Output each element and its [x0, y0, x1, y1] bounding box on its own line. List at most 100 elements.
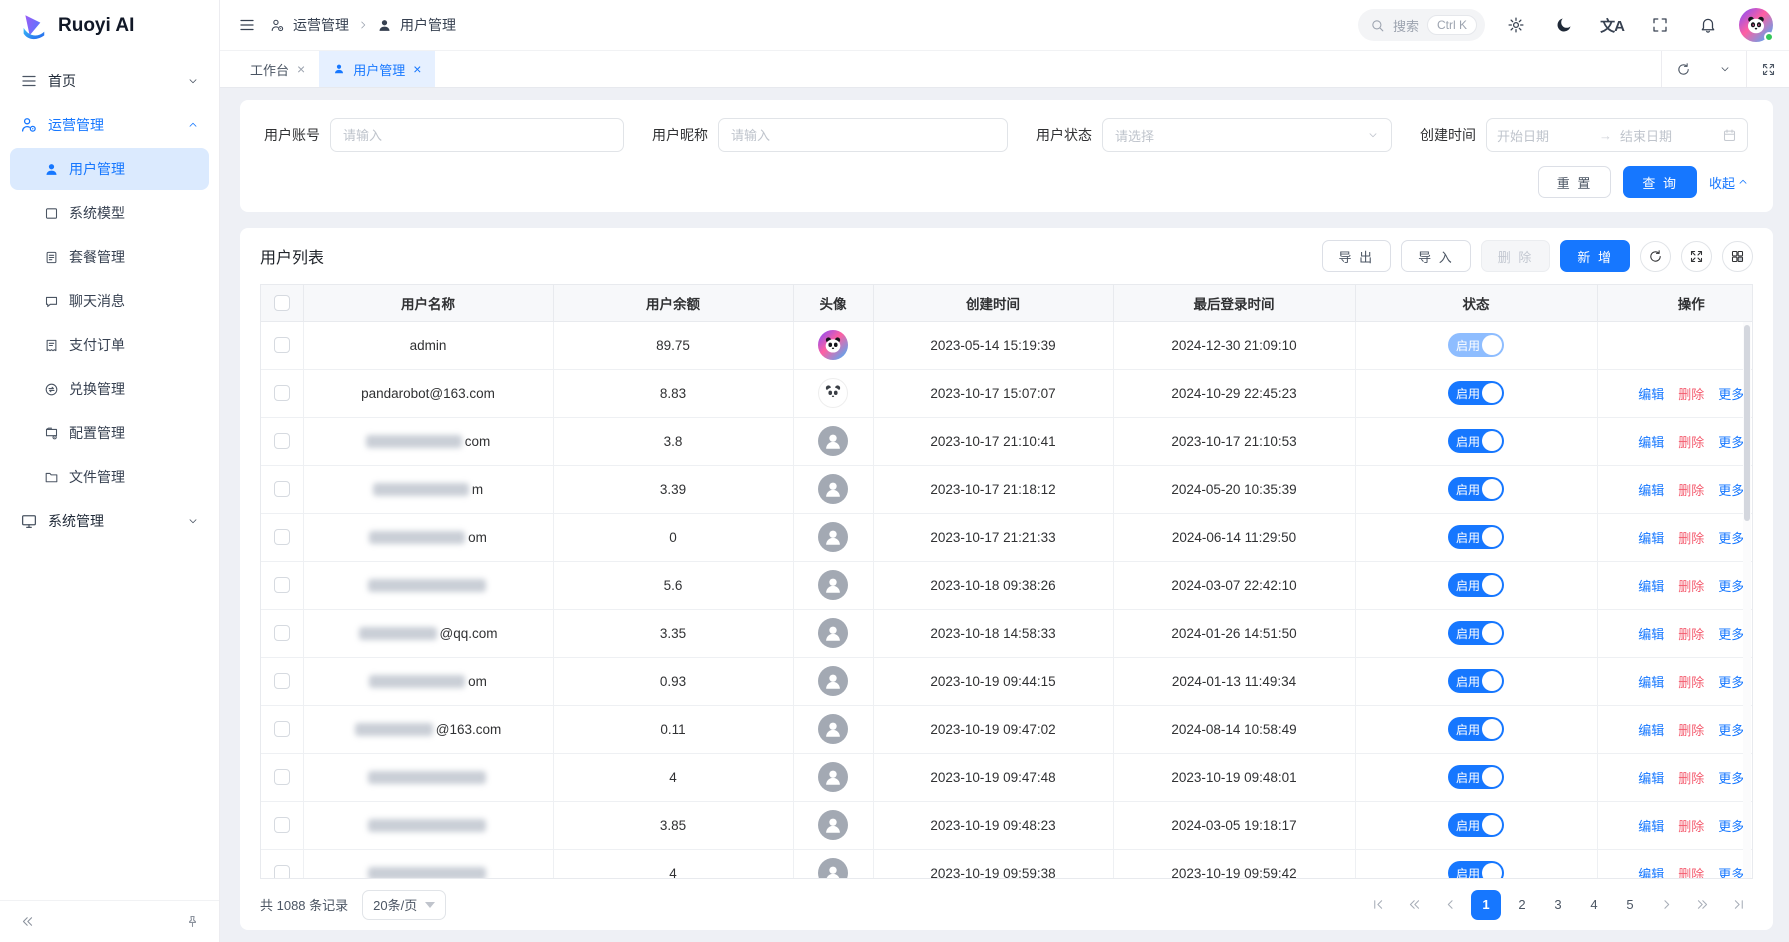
- more-link[interactable]: 更多: [1718, 579, 1744, 594]
- global-search[interactable]: 搜索 Ctrl K: [1358, 9, 1485, 41]
- pin-icon[interactable]: [179, 909, 205, 935]
- query-button[interactable]: 查 询: [1623, 166, 1697, 198]
- delete-link[interactable]: 删除: [1678, 435, 1704, 450]
- delete-button[interactable]: 删 除: [1481, 240, 1551, 272]
- refresh-table-icon[interactable]: [1640, 241, 1671, 272]
- dark-mode-moon-icon[interactable]: [1547, 8, 1581, 42]
- reset-button[interactable]: 重 置: [1538, 166, 1612, 198]
- status-toggle[interactable]: 启用: [1448, 573, 1504, 597]
- settings-gear-icon[interactable]: [1499, 8, 1533, 42]
- edit-link[interactable]: 编辑: [1638, 675, 1664, 690]
- chevron-down-icon[interactable]: [1704, 51, 1746, 87]
- row-checkbox[interactable]: [274, 769, 290, 785]
- brand[interactable]: Ruoyi AI: [0, 0, 219, 52]
- row-checkbox[interactable]: [274, 865, 290, 878]
- fullscreen-icon[interactable]: [1643, 8, 1677, 42]
- row-checkbox[interactable]: [274, 433, 290, 449]
- status-select[interactable]: 请选择: [1102, 118, 1392, 152]
- refresh-tab-icon[interactable]: [1662, 51, 1704, 87]
- column-settings-icon[interactable]: [1722, 241, 1753, 272]
- delete-link[interactable]: 删除: [1678, 387, 1704, 402]
- edit-link[interactable]: 编辑: [1638, 867, 1664, 879]
- close-icon[interactable]: ×: [297, 61, 305, 77]
- tab-workbench[interactable]: 工作台 ×: [236, 51, 319, 87]
- status-toggle[interactable]: 启用: [1448, 333, 1504, 357]
- more-link[interactable]: 更多: [1718, 627, 1744, 642]
- row-checkbox[interactable]: [274, 337, 290, 353]
- next-page-button[interactable]: [1651, 890, 1681, 920]
- delete-link[interactable]: 删除: [1678, 819, 1704, 834]
- collapse-filters-link[interactable]: 收起: [1709, 173, 1749, 192]
- status-toggle[interactable]: 启用: [1448, 861, 1504, 878]
- sidebar-subitem-package[interactable]: 套餐管理: [10, 236, 209, 278]
- row-checkbox[interactable]: [274, 529, 290, 545]
- row-checkbox[interactable]: [274, 625, 290, 641]
- delete-link[interactable]: 删除: [1678, 867, 1704, 879]
- export-button[interactable]: 导 出: [1322, 240, 1392, 272]
- more-link[interactable]: 更多: [1718, 483, 1744, 498]
- status-toggle[interactable]: 启用: [1448, 813, 1504, 837]
- sidebar-subitem-folder[interactable]: 文件管理: [10, 456, 209, 498]
- page-button-4[interactable]: 4: [1579, 890, 1609, 920]
- status-toggle[interactable]: 启用: [1448, 717, 1504, 741]
- more-link[interactable]: 更多: [1718, 387, 1744, 402]
- edit-link[interactable]: 编辑: [1638, 483, 1664, 498]
- import-button[interactable]: 导 入: [1401, 240, 1471, 272]
- collapse-sidebar-button[interactable]: [14, 909, 40, 935]
- tab-user-management[interactable]: 用户管理 ×: [319, 51, 435, 87]
- more-link[interactable]: 更多: [1718, 435, 1744, 450]
- sidebar-subitem-order[interactable]: 支付订单: [10, 324, 209, 366]
- nickname-input[interactable]: [718, 118, 1008, 152]
- sidebar-item-system[interactable]: 系统管理: [10, 500, 209, 542]
- row-checkbox[interactable]: [274, 673, 290, 689]
- page-size-select[interactable]: 20条/页: [362, 890, 446, 920]
- more-link[interactable]: 更多: [1718, 771, 1744, 786]
- jump-back-button[interactable]: [1399, 890, 1429, 920]
- edit-link[interactable]: 编辑: [1638, 627, 1664, 642]
- content-fullscreen-icon[interactable]: [1747, 51, 1789, 87]
- edit-link[interactable]: 编辑: [1638, 579, 1664, 594]
- delete-link[interactable]: 删除: [1678, 723, 1704, 738]
- previous-page-button[interactable]: [1435, 890, 1465, 920]
- user-avatar[interactable]: [1739, 8, 1773, 42]
- table-fullscreen-icon[interactable]: [1681, 241, 1712, 272]
- jump-forward-button[interactable]: [1687, 890, 1717, 920]
- edit-link[interactable]: 编辑: [1638, 387, 1664, 402]
- status-toggle[interactable]: 启用: [1448, 477, 1504, 501]
- edit-link[interactable]: 编辑: [1638, 435, 1664, 450]
- delete-link[interactable]: 删除: [1678, 627, 1704, 642]
- edit-link[interactable]: 编辑: [1638, 771, 1664, 786]
- select-all-checkbox[interactable]: [274, 295, 290, 311]
- close-icon[interactable]: ×: [413, 61, 421, 77]
- edit-link[interactable]: 编辑: [1638, 819, 1664, 834]
- sidebar-subitem-model[interactable]: 系统模型: [10, 192, 209, 234]
- delete-link[interactable]: 删除: [1678, 483, 1704, 498]
- breadcrumb-parent[interactable]: 运营管理: [293, 15, 349, 35]
- add-button[interactable]: 新 增: [1560, 240, 1630, 272]
- notifications-bell-icon[interactable]: [1691, 8, 1725, 42]
- page-button-5[interactable]: 5: [1615, 890, 1645, 920]
- status-toggle[interactable]: 启用: [1448, 765, 1504, 789]
- page-button-1[interactable]: 1: [1471, 890, 1501, 920]
- sidebar-subitem-exchange[interactable]: 兑换管理: [10, 368, 209, 410]
- row-checkbox[interactable]: [274, 577, 290, 593]
- sidebar-subitem-config[interactable]: 配置管理: [10, 412, 209, 454]
- delete-link[interactable]: 删除: [1678, 579, 1704, 594]
- more-link[interactable]: 更多: [1718, 531, 1744, 546]
- more-link[interactable]: 更多: [1718, 867, 1744, 879]
- sidebar-subitem-user[interactable]: 用户管理: [10, 148, 209, 190]
- sidebar-subitem-chat[interactable]: 聊天消息: [10, 280, 209, 322]
- page-button-2[interactable]: 2: [1507, 890, 1537, 920]
- delete-link[interactable]: 删除: [1678, 771, 1704, 786]
- page-button-3[interactable]: 3: [1543, 890, 1573, 920]
- status-toggle[interactable]: 启用: [1448, 621, 1504, 645]
- delete-link[interactable]: 删除: [1678, 531, 1704, 546]
- edit-link[interactable]: 编辑: [1638, 723, 1664, 738]
- status-toggle[interactable]: 启用: [1448, 669, 1504, 693]
- row-checkbox[interactable]: [274, 721, 290, 737]
- row-checkbox[interactable]: [274, 385, 290, 401]
- sidebar-item-operations[interactable]: 运营管理: [10, 104, 209, 146]
- first-page-button[interactable]: [1363, 890, 1393, 920]
- status-toggle[interactable]: 启用: [1448, 525, 1504, 549]
- sidebar-item-home[interactable]: 首页: [10, 60, 209, 102]
